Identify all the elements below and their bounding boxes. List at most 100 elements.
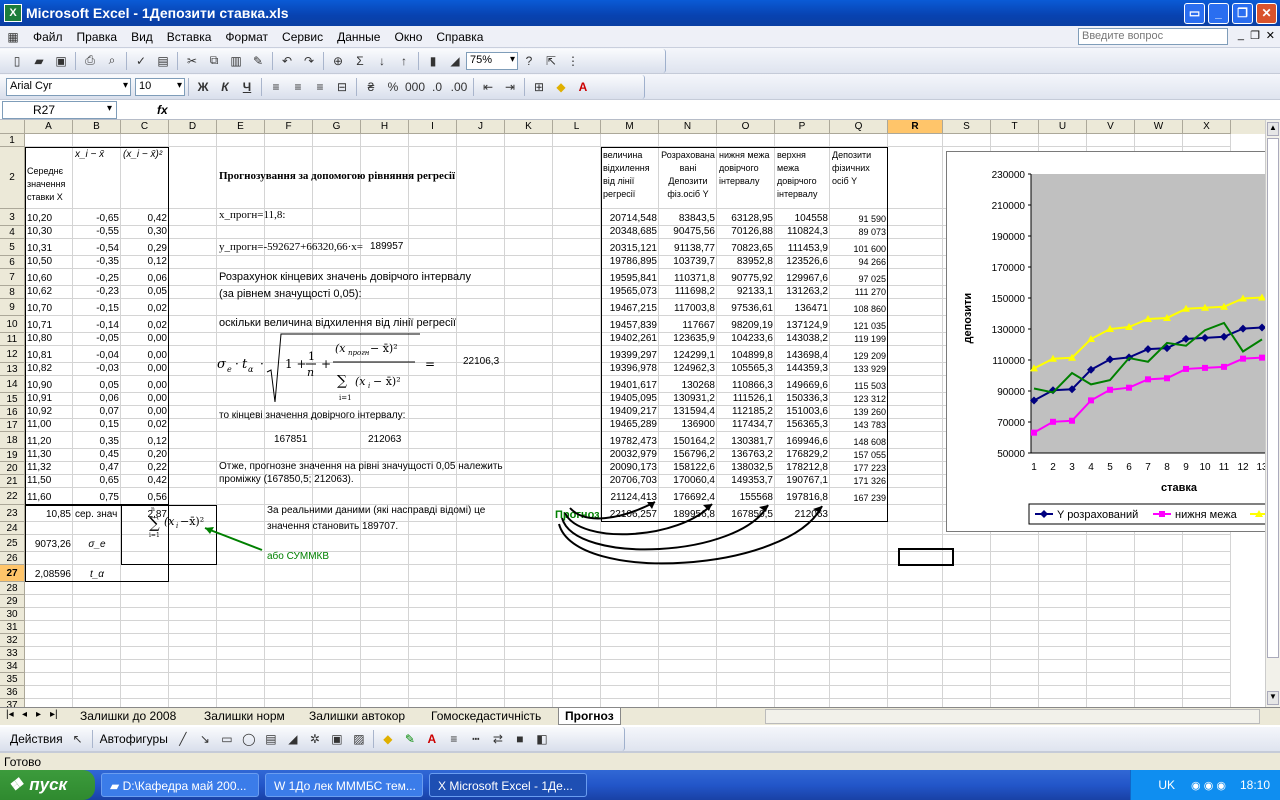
arrow-icon[interactable]: ↘: [194, 729, 216, 749]
copy-icon[interactable]: ⧉: [203, 51, 225, 71]
dash-style-icon[interactable]: ┅: [465, 729, 487, 749]
row-header-34[interactable]: 34: [0, 660, 25, 673]
italic-button[interactable]: К: [214, 77, 236, 97]
chart-wizard-icon[interactable]: ▮: [422, 51, 444, 71]
row-header-35[interactable]: 35: [0, 673, 25, 686]
cut-icon[interactable]: ✂: [181, 51, 203, 71]
scroll-thumb[interactable]: [1267, 138, 1279, 658]
picture-icon[interactable]: ▨: [348, 729, 370, 749]
menu-edit[interactable]: Правка: [70, 30, 125, 44]
scroll-up-icon[interactable]: ▲: [1267, 122, 1279, 136]
fx-icon[interactable]: fx: [157, 103, 168, 117]
restore-down-icon[interactable]: ▭: [1184, 2, 1205, 24]
menu-file[interactable]: Файл: [26, 30, 70, 44]
tab-next-icon[interactable]: ▸: [36, 709, 41, 720]
research-icon[interactable]: ▤: [152, 51, 174, 71]
open-icon[interactable]: ▰: [28, 51, 50, 71]
doc-close-icon[interactable]: ✕: [1266, 29, 1275, 42]
column-header-U[interactable]: U: [1039, 120, 1087, 134]
tab-last-icon[interactable]: ▸|: [50, 709, 58, 720]
font-select[interactable]: Arial Cyr: [6, 77, 131, 96]
bold-button[interactable]: Ж: [192, 77, 214, 97]
menu-window[interactable]: Окно: [387, 30, 429, 44]
task-excel[interactable]: X Microsoft Excel - 1Де...: [429, 773, 587, 797]
sort-asc-icon[interactable]: ↓: [371, 51, 393, 71]
arrow-style-icon[interactable]: ⇄: [487, 729, 509, 749]
options-icon[interactable]: ⋮: [562, 51, 584, 71]
help-search-input[interactable]: Введите вопрос: [1078, 28, 1228, 45]
select-objects-icon[interactable]: ↖: [67, 729, 89, 749]
thousands-icon[interactable]: 000: [404, 77, 426, 97]
tab-sheet-4[interactable]: Гомоскедастичність: [425, 708, 547, 725]
rectangle-icon[interactable]: ▭: [216, 729, 238, 749]
fill-color-draw-icon[interactable]: ◆: [377, 729, 399, 749]
indent-icon[interactable]: ⇥: [499, 77, 521, 97]
minimize-button[interactable]: _: [1208, 2, 1229, 24]
spelling-icon[interactable]: ✓: [130, 51, 152, 71]
tab-sheet-5[interactable]: Прогноз: [558, 708, 621, 725]
textbox-icon[interactable]: ▤: [260, 729, 282, 749]
row-header-32[interactable]: 32: [0, 634, 25, 647]
name-box[interactable]: R27: [2, 100, 117, 119]
row-header-36[interactable]: 36: [0, 686, 25, 699]
regression-chart[interactable]: 230000 210000 190000 170000 150000 130000 1100…: [946, 151, 1265, 532]
undo-icon[interactable]: ↶: [276, 51, 298, 71]
print-preview-icon[interactable]: ⌕: [101, 51, 123, 71]
help-icon[interactable]: ?: [518, 51, 540, 71]
format-painter-icon[interactable]: ✎: [247, 51, 269, 71]
doc-minimize-icon[interactable]: _: [1238, 29, 1244, 41]
align-left-icon[interactable]: ≡: [265, 77, 287, 97]
row-header-31[interactable]: 31: [0, 621, 25, 634]
increase-decimal-icon[interactable]: .0: [426, 77, 448, 97]
column-header-X[interactable]: X: [1183, 120, 1231, 134]
tab-sheet-3[interactable]: Залишки автокор: [303, 708, 411, 725]
percent-icon[interactable]: %: [382, 77, 404, 97]
merge-center-icon[interactable]: ⊟: [331, 77, 353, 97]
decrease-decimal-icon[interactable]: .00: [448, 77, 470, 97]
column-header-W[interactable]: W: [1135, 120, 1183, 134]
vertical-scrollbar[interactable]: ▲ ▼: [1265, 120, 1280, 707]
menu-insert[interactable]: Вставка: [160, 30, 219, 44]
tab-prev-icon[interactable]: ◂: [22, 709, 27, 720]
row-header-37[interactable]: 37: [0, 699, 25, 707]
align-right-icon[interactable]: ≡: [309, 77, 331, 97]
print-icon[interactable]: ⎙: [79, 51, 101, 71]
column-header-V[interactable]: V: [1087, 120, 1135, 134]
start-button[interactable]: ❖ пуск: [0, 770, 95, 800]
active-cell-r27[interactable]: [898, 548, 954, 566]
align-center-icon[interactable]: ≡: [287, 77, 309, 97]
new-icon[interactable]: ▯: [6, 51, 28, 71]
close-button[interactable]: ✕: [1256, 2, 1277, 24]
task-word[interactable]: W 1До лек МММБС тем...: [265, 773, 423, 797]
menu-data[interactable]: Данные: [330, 30, 387, 44]
shadow-icon[interactable]: ■: [509, 729, 531, 749]
tab-first-icon[interactable]: |◂: [6, 709, 14, 720]
column-header-S[interactable]: S: [943, 120, 991, 134]
line-style-icon[interactable]: ≡: [443, 729, 465, 749]
redo-icon[interactable]: ↷: [298, 51, 320, 71]
font-color-draw-icon[interactable]: A: [421, 729, 443, 749]
outdent-icon[interactable]: ⇤: [477, 77, 499, 97]
menu-help[interactable]: Справка: [429, 30, 490, 44]
worksheet-grid[interactable]: ABCDEFGHIJKLMNOPQRSTUVWX 1 2 3 4 5 6 7 8 9 10 11 12…: [0, 120, 1265, 707]
autoshapes-menu[interactable]: Автофигуры: [96, 732, 172, 746]
tab-sheet-1[interactable]: Залишки до 2008: [74, 708, 182, 725]
scroll-down-icon[interactable]: ▼: [1267, 691, 1279, 705]
diagram-icon[interactable]: ✲: [304, 729, 326, 749]
wordart-icon[interactable]: ◢: [282, 729, 304, 749]
oval-icon[interactable]: ◯: [238, 729, 260, 749]
autosum-icon[interactable]: Σ: [349, 51, 371, 71]
menu-tools[interactable]: Сервис: [275, 30, 330, 44]
hyperlink-icon[interactable]: ⊕: [327, 51, 349, 71]
task-folder[interactable]: ▰ D:\Кафедра май 200...: [101, 773, 259, 797]
font-color-icon[interactable]: A: [572, 77, 594, 97]
tab-sheet-2[interactable]: Залишки норм: [198, 708, 291, 725]
row-header-28[interactable]: 28: [0, 582, 25, 595]
doc-icon[interactable]: ▦: [0, 27, 26, 47]
save-icon[interactable]: ▣: [50, 51, 72, 71]
doc-restore-icon[interactable]: ❐: [1250, 29, 1260, 42]
excel-icon[interactable]: X: [4, 4, 22, 22]
maximize-button[interactable]: ❐: [1232, 2, 1253, 24]
underline-button[interactable]: Ч: [236, 77, 258, 97]
column-header-T[interactable]: T: [991, 120, 1039, 134]
